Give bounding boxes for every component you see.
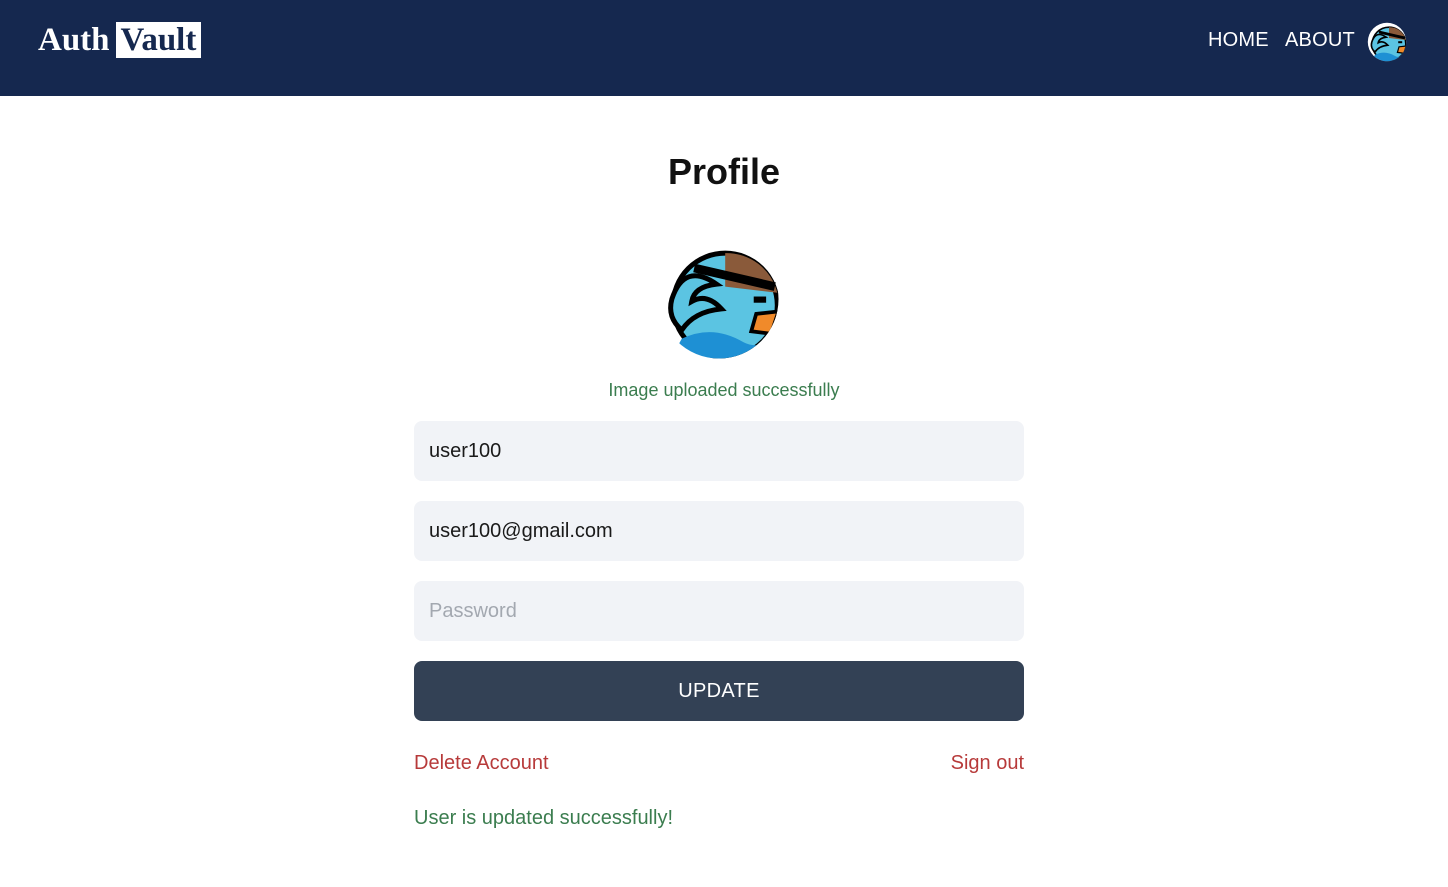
nav-about-link[interactable]: ABOUT bbox=[1285, 28, 1355, 52]
sign-out-link[interactable]: Sign out bbox=[951, 750, 1024, 776]
navbar: Auth Vault HOME ABOUT bbox=[0, 0, 1448, 96]
email-input[interactable] bbox=[414, 501, 1024, 561]
upload-status-message: Image uploaded successfully bbox=[608, 380, 840, 400]
logo[interactable]: Auth Vault bbox=[38, 22, 202, 58]
logo-text-auth: Auth bbox=[38, 22, 110, 58]
password-input[interactable] bbox=[414, 581, 1024, 641]
nav-home-link[interactable]: HOME bbox=[1208, 28, 1269, 52]
logo-text-vault: Vault bbox=[115, 22, 202, 58]
blue-bird-avatar-icon[interactable] bbox=[657, 237, 781, 361]
update-status-message: User is updated successfully! bbox=[414, 807, 674, 829]
username-input[interactable] bbox=[414, 421, 1024, 481]
page-title: Profile bbox=[667, 151, 781, 192]
blue-bird-avatar-icon[interactable] bbox=[1367, 22, 1407, 62]
update-button[interactable]: UPDATE bbox=[414, 661, 1024, 721]
delete-account-link[interactable]: Delete Account bbox=[414, 750, 549, 776]
